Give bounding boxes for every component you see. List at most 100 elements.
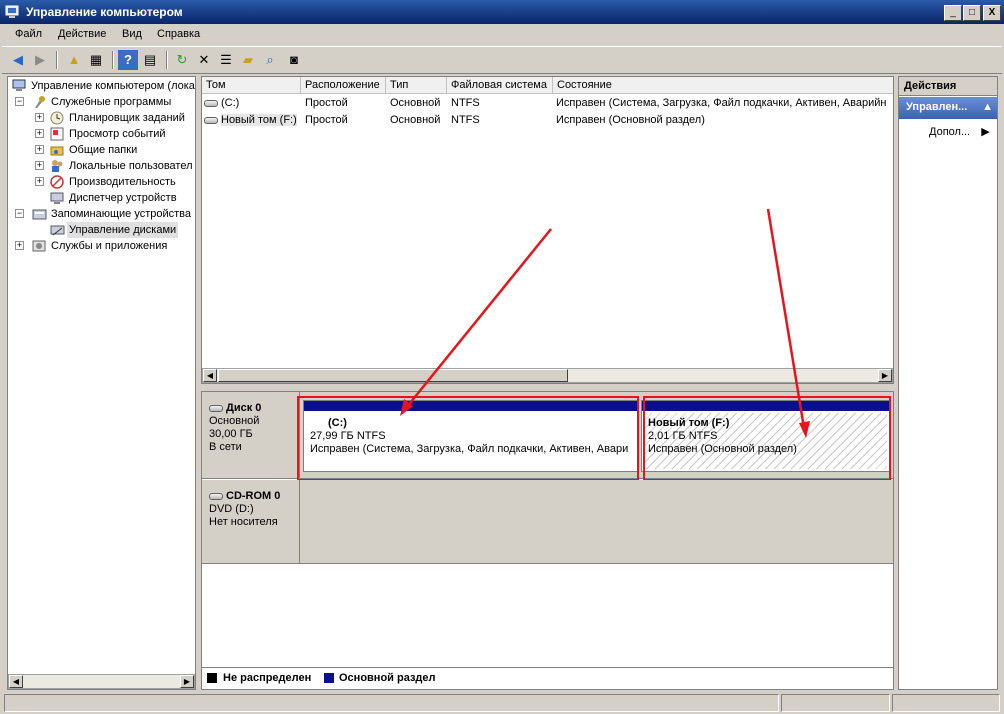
- status-cell: [781, 694, 890, 712]
- legend-swatch-unallocated: [207, 673, 217, 683]
- actions-section-disk-management[interactable]: Управлен... ▲: [899, 97, 997, 119]
- help-icon[interactable]: ?: [118, 50, 138, 70]
- cdrom-0-partitions: [300, 480, 893, 564]
- collapse-icon[interactable]: −: [15, 97, 24, 106]
- column-header-type[interactable]: Тип: [386, 77, 447, 94]
- tree-horizontal-scrollbar[interactable]: ◀ ▶: [8, 674, 195, 689]
- annotation-box-f: [643, 396, 891, 481]
- drive-icon: [204, 99, 218, 107]
- menu-file[interactable]: Файл: [12, 27, 45, 41]
- tree-label: Службы и приложения: [51, 240, 168, 252]
- console-tree: Управление компьютером (лока − Служебные…: [7, 76, 196, 690]
- expand-icon[interactable]: +: [35, 161, 44, 170]
- column-header-status[interactable]: Состояние: [553, 77, 893, 94]
- refresh-icon[interactable]: ↻: [172, 50, 192, 70]
- back-arrow-icon[interactable]: ◀: [8, 50, 28, 70]
- search-icon[interactable]: ⌕: [260, 50, 280, 70]
- show-hide-tree-icon[interactable]: ▦: [86, 50, 106, 70]
- actions-header: Действия: [899, 77, 997, 96]
- status-bar: [0, 692, 1004, 714]
- volume-status: Исправен (Основной раздел): [556, 114, 705, 126]
- scroll-right-icon[interactable]: ▶: [878, 369, 892, 382]
- menu-action[interactable]: Действие: [55, 27, 109, 41]
- clock-icon: [50, 111, 65, 125]
- maximize-button[interactable]: □: [963, 5, 981, 21]
- disk-0-partitions: (C:) 27,99 ГБ NTFS Исправен (Система, За…: [297, 392, 893, 481]
- status-cell: [892, 694, 1000, 712]
- actions-pane: Действия Управлен... ▲ Допол... ▶: [898, 76, 998, 690]
- tree-label: Общие папки: [69, 144, 138, 156]
- volume-type: Основной: [390, 114, 441, 126]
- disk-type: DVD (D:): [209, 503, 254, 515]
- tree-label: Локальные пользовател: [69, 160, 193, 172]
- disk-0-info[interactable]: Диск 0 Основной 30,00 ГБ В сети: [202, 392, 300, 479]
- tree-label: Диспетчер устройств: [69, 192, 177, 204]
- disk-name: Диск 0: [226, 402, 262, 414]
- volume-name: Новый том (F:): [221, 114, 297, 126]
- column-header-file-system[interactable]: Файловая система: [447, 77, 553, 94]
- status-cell: [4, 694, 779, 712]
- scroll-right-icon[interactable]: ▶: [180, 675, 194, 688]
- cdrom-0-info[interactable]: CD-ROM 0 DVD (D:) Нет носителя: [202, 480, 300, 564]
- menu-help[interactable]: Справка: [154, 27, 203, 41]
- scroll-left-icon[interactable]: ◀: [203, 369, 217, 382]
- expand-icon[interactable]: +: [15, 241, 24, 250]
- console-tree-icon[interactable]: ▤: [140, 50, 160, 70]
- actions-more-label: Допол...: [929, 126, 971, 138]
- volume-name: (C:): [221, 97, 240, 109]
- delete-icon[interactable]: ✕: [194, 50, 214, 70]
- computer-management-icon: [12, 79, 27, 93]
- disk-name: CD-ROM 0: [226, 490, 281, 502]
- submenu-arrow-icon: ▶: [981, 126, 990, 138]
- collapse-arrow-icon[interactable]: ▲: [982, 101, 993, 113]
- properties-icon[interactable]: ☰: [216, 50, 236, 70]
- disk-type: Основной: [209, 415, 260, 427]
- tree-label: Служебные программы: [51, 96, 172, 108]
- up-folder-icon[interactable]: ▲: [64, 50, 84, 70]
- tree-label: Просмотр событий: [69, 128, 166, 140]
- volume-horizontal-scrollbar[interactable]: ◀ ▶: [202, 368, 893, 383]
- volume-list: Том Расположение Тип Файловая система Со…: [201, 76, 894, 384]
- legend-label-unallocated: Не распределен: [223, 672, 312, 684]
- cdrom-icon: [209, 492, 223, 500]
- tree-label: Производительность: [69, 176, 176, 188]
- toolbar-separator: [166, 51, 168, 69]
- tree-label: Планировщик заданий: [69, 112, 185, 124]
- event-viewer-icon: [50, 127, 65, 141]
- volume-file-system: NTFS: [451, 114, 480, 126]
- expand-icon[interactable]: +: [35, 113, 44, 122]
- open-icon[interactable]: ▰: [238, 50, 258, 70]
- magnify-icon[interactable]: ◙: [284, 50, 304, 70]
- column-header-layout[interactable]: Расположение: [301, 77, 386, 94]
- volume-layout: Простой: [305, 114, 348, 126]
- actions-more-item[interactable]: Допол... ▶: [929, 125, 990, 138]
- disk-size: 30,00 ГБ: [209, 428, 253, 440]
- drive-icon: [204, 116, 218, 124]
- legend-label-primary: Основной раздел: [339, 672, 436, 684]
- storage-icon: [32, 207, 47, 221]
- menu-view[interactable]: Вид: [119, 27, 145, 41]
- expand-icon[interactable]: +: [35, 129, 44, 138]
- device-manager-icon: [50, 191, 65, 205]
- tree-label: Управление компьютером (лока: [31, 80, 195, 92]
- volume-file-system: NTFS: [451, 97, 480, 109]
- volume-status: Исправен (Система, Загрузка, Файл подкач…: [556, 97, 887, 109]
- minimize-button[interactable]: _: [944, 5, 962, 21]
- annotation-box-c: [297, 396, 639, 481]
- expand-icon[interactable]: +: [35, 177, 44, 186]
- close-button[interactable]: X: [983, 5, 1001, 21]
- column-header-volume[interactable]: Том: [202, 77, 301, 94]
- shared-folders-icon: [50, 143, 65, 157]
- volume-type: Основной: [390, 97, 441, 109]
- disk-status: Нет носителя: [209, 516, 278, 528]
- tree-label: Запоминающие устройства: [51, 208, 192, 220]
- scroll-left-icon[interactable]: ◀: [9, 675, 23, 688]
- collapse-icon[interactable]: −: [15, 209, 24, 218]
- scroll-thumb[interactable]: [218, 369, 568, 382]
- title-bar[interactable]: Управление компьютером _ □ X: [0, 0, 1004, 24]
- menu-bar: Файл Действие Вид Справка: [0, 24, 1004, 46]
- forward-arrow-icon[interactable]: ▶: [30, 50, 50, 70]
- volume-layout: Простой: [305, 97, 348, 109]
- users-icon: [50, 159, 65, 173]
- expand-icon[interactable]: +: [35, 145, 44, 154]
